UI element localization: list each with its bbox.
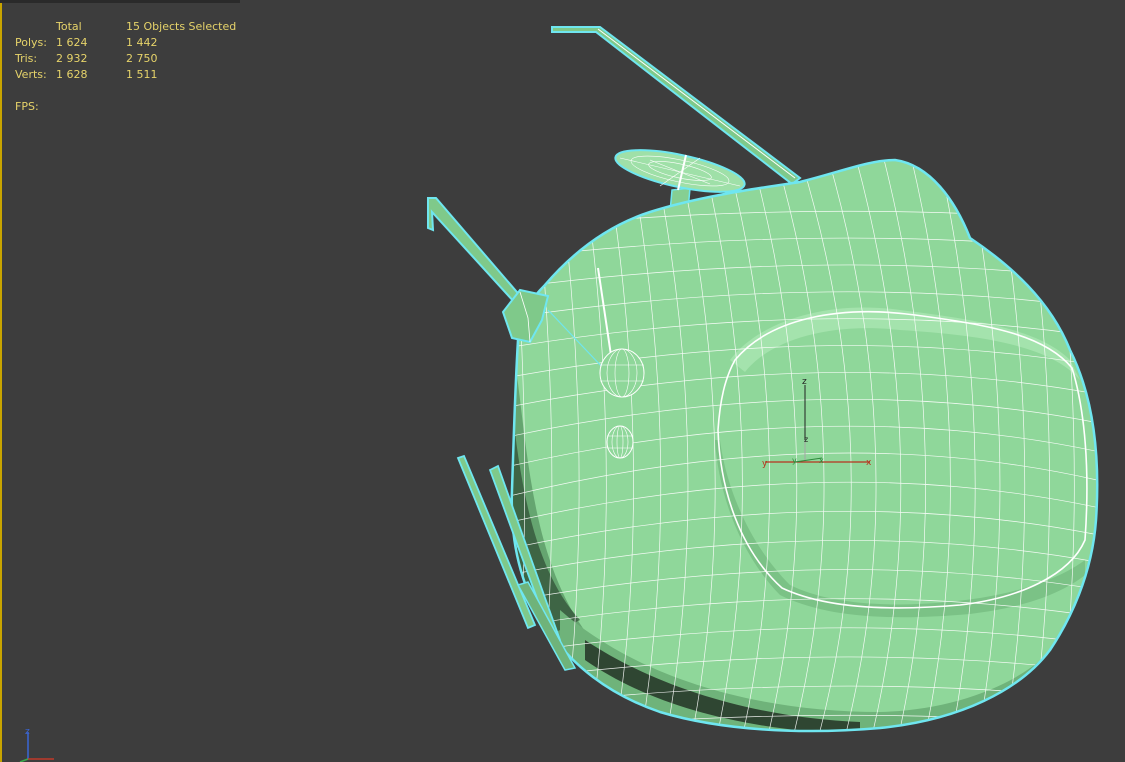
- antenna-rod-left: [427, 197, 524, 306]
- gizmo-y2-label: y: [792, 456, 797, 465]
- sensor-eye-lower: [606, 425, 634, 459]
- perspective-viewport[interactable]: Total 15 Objects Selected Polys: 1 624 1…: [0, 0, 1125, 762]
- selected-mesh-objects[interactable]: z z y x y x: [0, 0, 1125, 762]
- gizmo-y-label: y: [762, 459, 768, 469]
- gizmo-x-label: x: [866, 458, 872, 468]
- gizmo-z2-label: z: [804, 435, 808, 444]
- corner-axis-z-label: z: [25, 727, 30, 737]
- gizmo-x2-label: x: [819, 456, 824, 465]
- world-axis-icon: z: [19, 727, 54, 762]
- gizmo-z-label: z: [802, 377, 807, 387]
